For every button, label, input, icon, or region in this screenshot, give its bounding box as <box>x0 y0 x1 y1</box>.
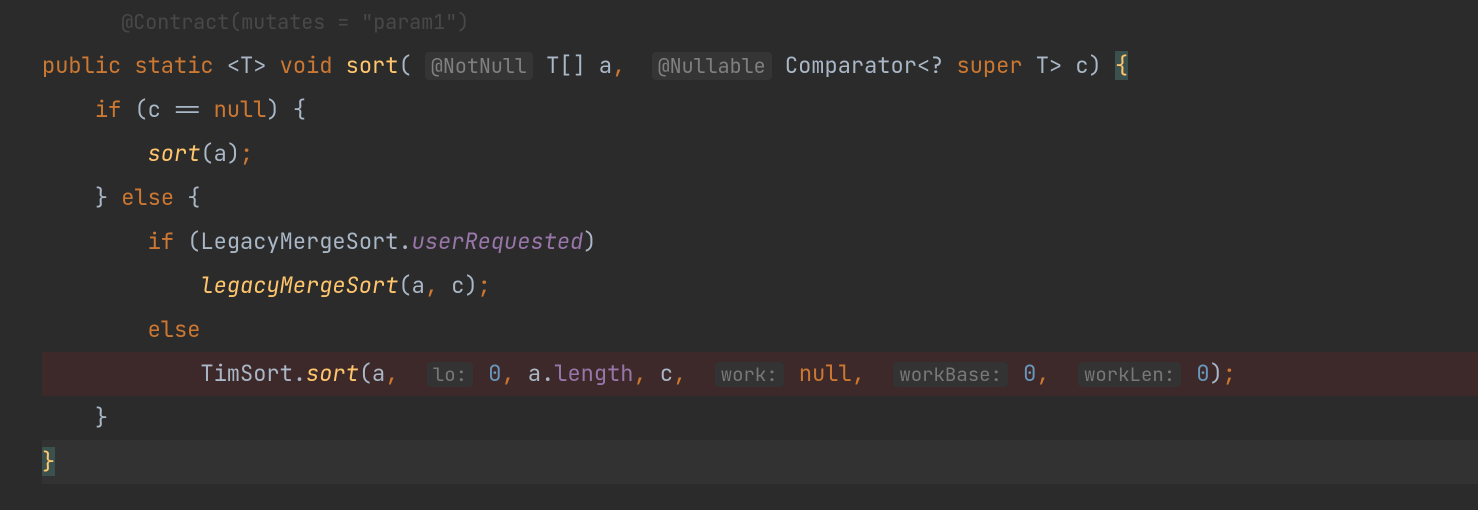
line-background <box>42 440 1478 484</box>
lparen: ( <box>359 359 372 388</box>
method-name: sort <box>346 51 399 80</box>
code-line[interactable]: public static <T> void sort( @NotNull T[… <box>42 44 1478 88</box>
keyword-null: null <box>799 359 852 388</box>
ident-a: a <box>214 139 227 168</box>
param-a: a <box>599 51 612 80</box>
type-param: T <box>240 51 253 80</box>
code-line[interactable]: } else { <box>42 176 1478 220</box>
code-line[interactable]: } <box>42 440 1478 484</box>
param-c: c <box>1075 51 1088 80</box>
code-line-highlighted[interactable]: TimSort.sort(a, lo: 0, a.length, c, work… <box>42 352 1478 396</box>
ident-a: a <box>528 359 541 388</box>
annotation-notnull: @NotNull <box>425 52 533 80</box>
keyword-else: else <box>148 315 201 344</box>
number-zero: 0 <box>488 359 501 388</box>
keyword-if: if <box>95 95 121 124</box>
angle-bracket: < <box>917 51 930 80</box>
lparen: ( <box>187 227 200 256</box>
type-ref: T[] <box>546 51 599 80</box>
code-line[interactable]: else <box>42 308 1478 352</box>
param-hint-work: work: <box>715 362 784 387</box>
comma: , <box>633 359 646 388</box>
method-call-sort: sort <box>306 359 359 388</box>
type-param: T <box>1036 51 1049 80</box>
semicolon: ; <box>1223 359 1236 388</box>
param-hint-worklen: workLen: <box>1078 362 1181 387</box>
comma: , <box>501 359 514 388</box>
code-line[interactable]: if (LegacyMergeSort.userRequested) <box>42 220 1478 264</box>
lparen: ( <box>398 51 411 80</box>
rparen: ) <box>1089 51 1102 80</box>
number-zero: 0 <box>1196 359 1209 388</box>
keyword-static: static <box>134 51 213 80</box>
field-userrequested: userRequested <box>412 227 584 256</box>
brace-open: { <box>293 95 306 124</box>
ident-c: c <box>148 95 161 124</box>
dot: . <box>398 227 411 256</box>
wildcard: ? <box>930 51 943 80</box>
ident-c: c <box>660 359 673 388</box>
keyword-else: else <box>121 183 174 212</box>
field-length: length <box>554 359 633 388</box>
class-timsort: TimSort <box>200 359 292 388</box>
angle-bracket: < <box>227 51 240 80</box>
brace-close: } <box>95 183 108 212</box>
keyword-null: null <box>214 95 267 124</box>
brace-close: } <box>95 403 108 432</box>
method-call-sort: sort <box>148 139 201 168</box>
keyword-public: public <box>42 51 121 80</box>
comma: , <box>612 51 625 80</box>
comma: , <box>852 359 865 388</box>
keyword-super: super <box>957 51 1023 80</box>
code-editor[interactable]: @Contract(mutates = "param1") public sta… <box>0 0 1478 484</box>
lparen: ( <box>398 271 411 300</box>
method-call-legacymergesort: legacyMergeSort <box>200 271 398 300</box>
comma: , <box>425 271 438 300</box>
op-eq: == <box>174 95 200 124</box>
semicolon: ; <box>478 271 491 300</box>
code-line[interactable]: } <box>42 396 1478 440</box>
comma: , <box>673 359 686 388</box>
code-line[interactable]: legacyMergeSort(a, c); <box>42 264 1478 308</box>
angle-bracket: > <box>1049 51 1062 80</box>
comma: , <box>1036 359 1049 388</box>
rparen: ) <box>227 139 240 168</box>
keyword-void: void <box>280 51 333 80</box>
rparen: ) <box>266 95 279 124</box>
lparen: ( <box>134 95 147 124</box>
angle-bracket: > <box>253 51 266 80</box>
rparen: ) <box>583 227 596 256</box>
class-legacymergesort: LegacyMergeSort <box>200 227 398 256</box>
brace-open: { <box>1115 51 1128 80</box>
rparen: ) <box>464 271 477 300</box>
annotation-nullable: @Nullable <box>652 52 772 80</box>
keyword-if: if <box>148 227 174 256</box>
ident-a: a <box>372 359 385 388</box>
ident-c: c <box>451 271 464 300</box>
dot: . <box>541 359 554 388</box>
semicolon: ; <box>240 139 253 168</box>
ident-a: a <box>412 271 425 300</box>
brace-close-match: } <box>42 447 55 476</box>
brace-open: { <box>187 183 200 212</box>
lparen: ( <box>200 139 213 168</box>
type-comparator: Comparator <box>785 51 917 80</box>
dot: . <box>293 359 306 388</box>
comma: , <box>385 359 398 388</box>
rparen: ) <box>1210 359 1223 388</box>
param-hint-workbase: workBase: <box>893 362 1008 387</box>
code-line[interactable]: sort(a); <box>42 132 1478 176</box>
param-hint-lo: lo: <box>427 362 473 387</box>
number-zero: 0 <box>1023 359 1036 388</box>
